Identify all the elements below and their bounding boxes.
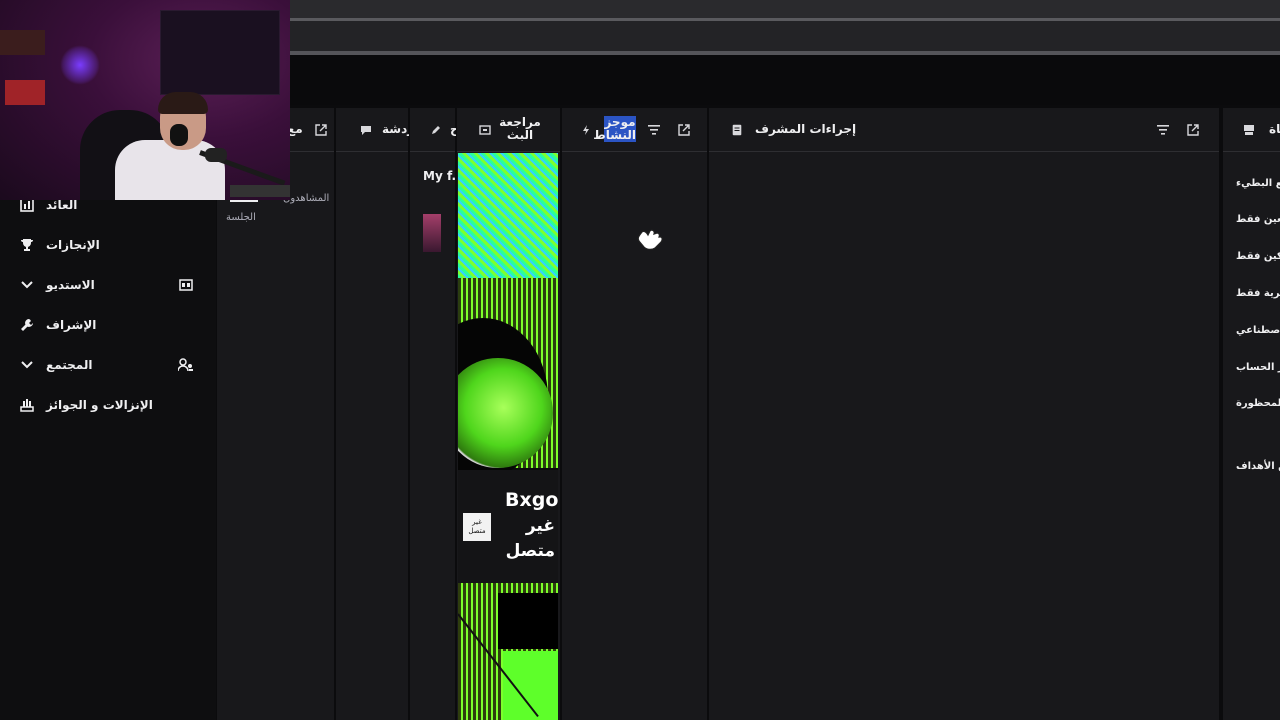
setting-item[interactable]: عمر الحساب	[1236, 362, 1280, 373]
setting-item[interactable]: تعيين الأهداف	[1236, 461, 1280, 472]
mini-event-thumbnail[interactable]	[423, 214, 441, 252]
panel-activity-feed: موجز النشاط	[561, 108, 707, 720]
panel-header: موجز النشاط	[562, 108, 707, 152]
panel-mod-actions: إجراءات المشرف	[708, 108, 1219, 720]
community-icon	[178, 357, 194, 373]
session-tab[interactable]: الجلسة	[226, 212, 256, 223]
webcam-person-hair	[158, 92, 208, 114]
review-icon	[477, 122, 493, 138]
panel-title: مراجعة البث	[499, 115, 541, 142]
channel-status: غير متصل	[505, 516, 555, 561]
setting-item[interactable]: الرموز التعبيرية فقط	[1236, 288, 1280, 299]
wrench-icon	[18, 316, 36, 334]
sidebar-item-label: الاستديو	[46, 278, 95, 292]
webcam-keyboard	[230, 185, 290, 197]
preview-top	[458, 153, 558, 278]
panel-title: قناة	[1269, 122, 1280, 136]
filter-icon[interactable]	[646, 122, 662, 138]
channel-icon	[1241, 122, 1257, 138]
studio-icon	[178, 277, 194, 293]
setting-item[interactable]: المشتركين فقط	[1236, 251, 1280, 262]
popout-icon[interactable]	[313, 122, 329, 138]
stream-preview[interactable]	[458, 153, 558, 720]
panel-header: قناة	[1223, 108, 1280, 152]
popout-icon[interactable]	[1185, 122, 1201, 138]
panel-header: دردشة	[336, 108, 420, 152]
setting-item[interactable]: المتابعين فقط	[1236, 214, 1280, 225]
webcam-overlay	[0, 0, 290, 200]
sidebar-item-achievements[interactable]: الإنجازات	[0, 225, 216, 265]
filter-icon[interactable]	[1155, 122, 1171, 138]
sidebar-item-label: الإنزالات و الجوائز	[46, 398, 153, 412]
chevron-down-icon	[18, 276, 36, 294]
drops-icon	[18, 396, 36, 414]
panel-chat: دردشة	[335, 108, 420, 720]
popout-icon[interactable]	[676, 122, 692, 138]
webcam-microphone	[205, 148, 227, 162]
offline-badge: غير متصل	[463, 513, 491, 541]
sidebar-item-community[interactable]: المجتمع	[0, 345, 216, 385]
sidebar-item-label: المجتمع	[46, 358, 93, 372]
webcam-poster	[160, 10, 280, 95]
sidebar-item-studio[interactable]: الاستديو	[0, 265, 216, 305]
activity-icon	[578, 122, 594, 138]
setting-item[interactable]: الذكاء الاصطناعي	[1236, 325, 1280, 336]
panel-channel-settings: قناة	[1222, 108, 1280, 720]
browser-address-bar[interactable]	[290, 21, 1280, 51]
panel-header: ح	[410, 108, 459, 152]
setting-item[interactable]: الكلمات المحظورة	[1236, 398, 1280, 409]
chevron-down-icon	[18, 356, 36, 374]
setting-item[interactable]: وضع البطيء	[1236, 178, 1280, 189]
webcam-red-box	[5, 80, 45, 105]
channel-name: Bxgo	[505, 489, 559, 511]
panel-narrow: ح	[409, 108, 459, 720]
sidebar-item-label: الإشراف	[46, 318, 97, 332]
webcam-shelf	[0, 30, 45, 55]
panel-title: إجراءات المشرف	[755, 122, 857, 136]
webcam-light	[60, 45, 100, 85]
chat-icon	[358, 122, 374, 138]
sidebar-item-label: العائد	[46, 198, 78, 212]
sidebar-item-drops[interactable]: الإنزالات و الجوائز	[0, 385, 216, 425]
hand-cursor-icon	[636, 224, 666, 261]
panel-header: مراجعة البث	[457, 108, 560, 152]
webcam-headset	[170, 124, 188, 146]
sidebar-item-moderation[interactable]: الإشراف	[0, 305, 216, 345]
document-icon	[729, 122, 745, 138]
panel-title: موجز النشاط	[593, 115, 636, 142]
panel-header: إجراءات المشرف	[709, 108, 1219, 152]
sidebar-item-label: الإنجازات	[46, 238, 100, 252]
preview-dark-block	[498, 593, 558, 649]
pencil-icon[interactable]	[428, 122, 444, 138]
trophy-icon	[18, 236, 36, 254]
tab-underline	[230, 200, 258, 202]
